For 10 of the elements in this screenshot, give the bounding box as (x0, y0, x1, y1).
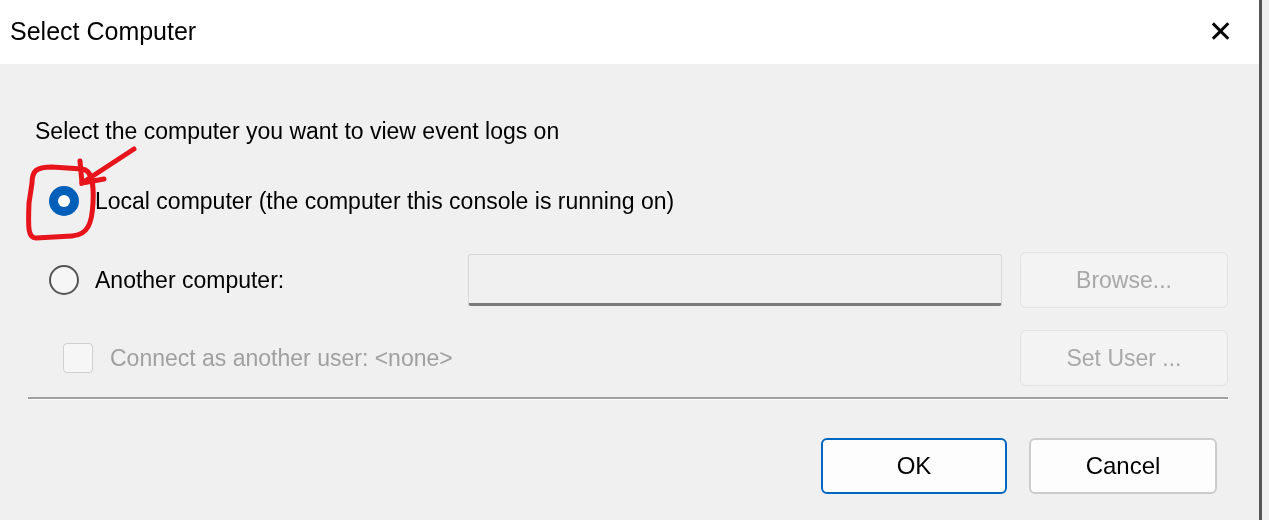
checkbox-label: Connect as another user: <none> (110, 343, 453, 373)
close-button[interactable]: ✕ (1204, 17, 1237, 47)
radio-button[interactable] (49, 265, 79, 295)
dialog-button[interactable]: Cancel (1029, 438, 1217, 494)
window-title: Select Computer (10, 16, 197, 48)
radio-label: Local computer (the computer this console is running on) (95, 186, 675, 216)
radio-button[interactable] (49, 186, 79, 216)
prompt-text: Select the computer you want to view event logs on (35, 117, 561, 144)
dialog-button[interactable]: OK (821, 438, 1007, 494)
radio-label: Another computer: (95, 265, 285, 295)
